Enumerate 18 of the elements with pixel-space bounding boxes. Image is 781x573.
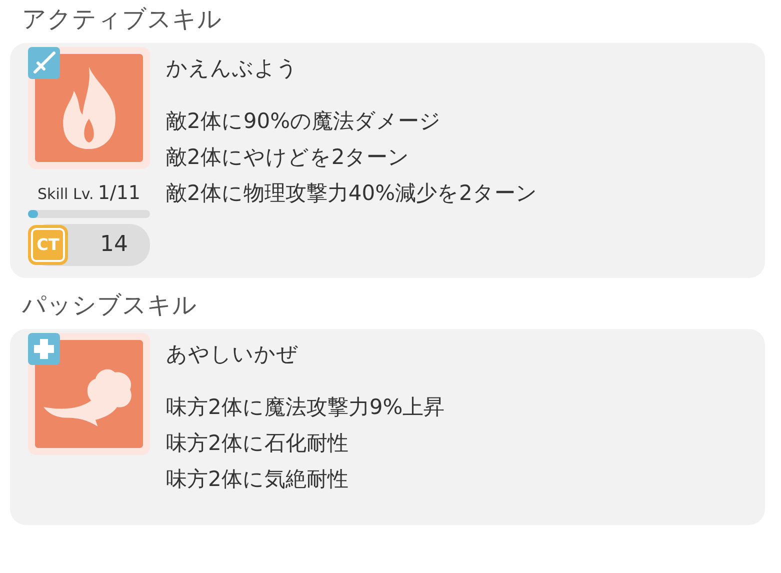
cooldown-value: 14 [100, 231, 128, 260]
skill-name: かえんぶよう [166, 55, 299, 82]
section-title: アクティブスキル [22, 4, 223, 35]
skill-level-label: Skill Lv. [38, 184, 94, 206]
effect-text: 味方2体に魔法攻撃力9%上昇 [166, 394, 446, 422]
skill-level-value: 1/11 [98, 181, 140, 206]
plus-icon [28, 332, 60, 365]
section-title: パッシブスキル [22, 290, 198, 321]
ct-badge: CT [28, 224, 68, 265]
flame-icon [35, 54, 143, 162]
wind-cloud-icon [35, 340, 143, 448]
effect-text: 味方2体に石化耐性 [166, 430, 350, 457]
effect-text: 敵2体に物理攻撃力40%減少を2ターン [166, 180, 538, 207]
effect-text: 敵2体にやけどを2ターン [166, 144, 411, 172]
skill-name: あやしいかぜ [166, 340, 299, 368]
sword-icon [28, 47, 60, 80]
effect-text: 敵2体に90%の魔法ダメージ [166, 108, 442, 136]
effect-text: 味方2体に気絶耐性 [166, 466, 350, 493]
